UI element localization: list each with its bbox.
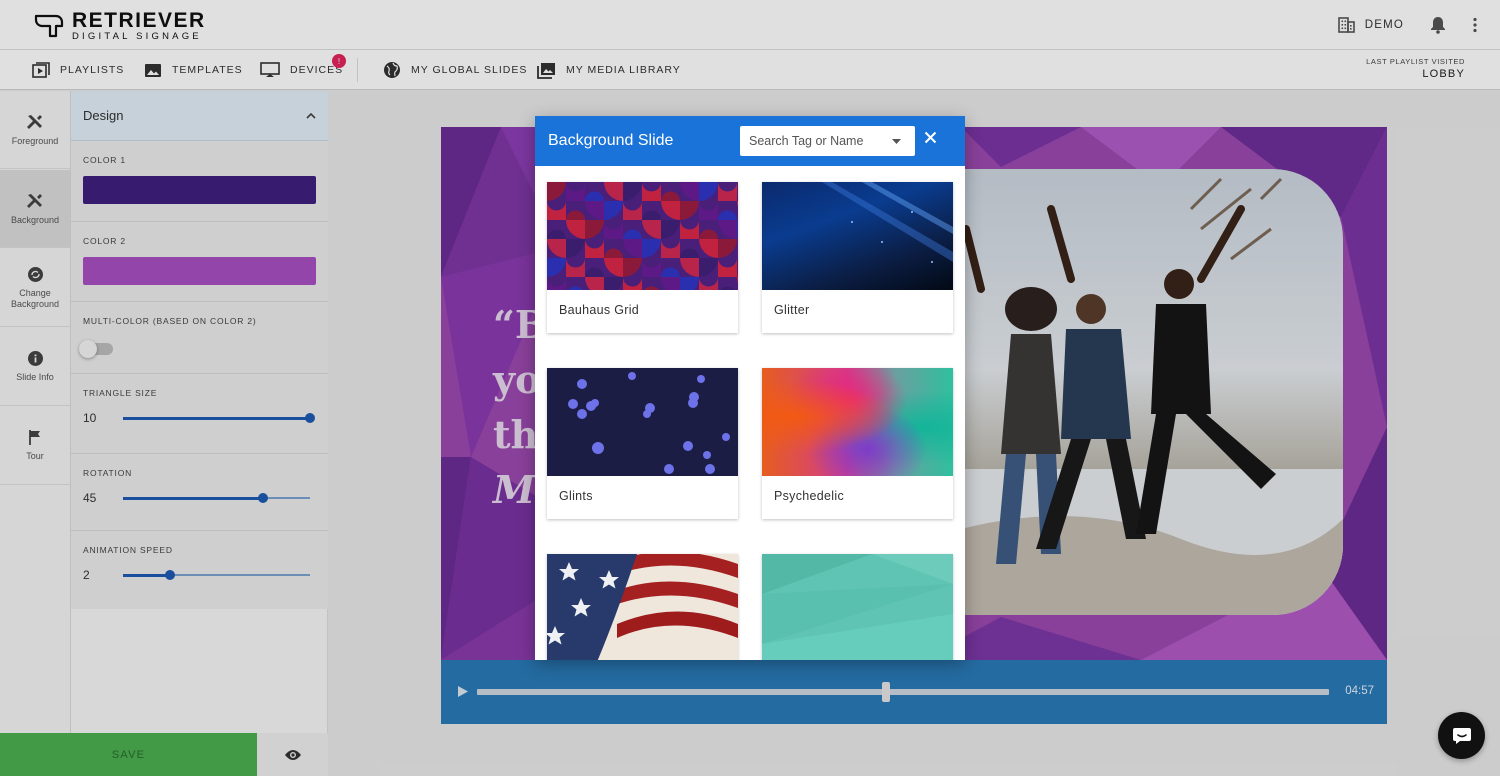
- bauhaus-tile: [737, 220, 738, 239]
- search-input[interactable]: [740, 126, 915, 156]
- dialog-title: Background Slide: [548, 132, 674, 149]
- background-card-psychedelic[interactable]: Psychedelic: [762, 368, 953, 519]
- flag-thumbnail: [547, 554, 738, 660]
- background-slide-dialog: Background Slide Bauhaus Grid: [535, 116, 965, 660]
- teal-thumbnail: [762, 554, 953, 660]
- chat-bubble-icon: [1452, 727, 1471, 744]
- dialog-header: Background Slide: [535, 116, 965, 166]
- psychedelic-thumbnail: [762, 368, 953, 476]
- background-card-teal[interactable]: [762, 554, 953, 660]
- glitter-thumbnail: [762, 182, 953, 290]
- background-card-glints[interactable]: Glints: [547, 368, 738, 519]
- close-icon[interactable]: [924, 131, 937, 144]
- background-card-bauhaus-grid[interactable]: Bauhaus Grid: [547, 182, 738, 333]
- background-card-flag[interactable]: [547, 554, 738, 660]
- chat-launcher[interactable]: [1438, 712, 1485, 759]
- bauhaus-grid-thumbnail: [547, 182, 738, 290]
- caret-down-icon[interactable]: [892, 139, 901, 144]
- background-card-glitter[interactable]: Glitter: [762, 182, 953, 333]
- glints-thumbnail: [547, 368, 738, 476]
